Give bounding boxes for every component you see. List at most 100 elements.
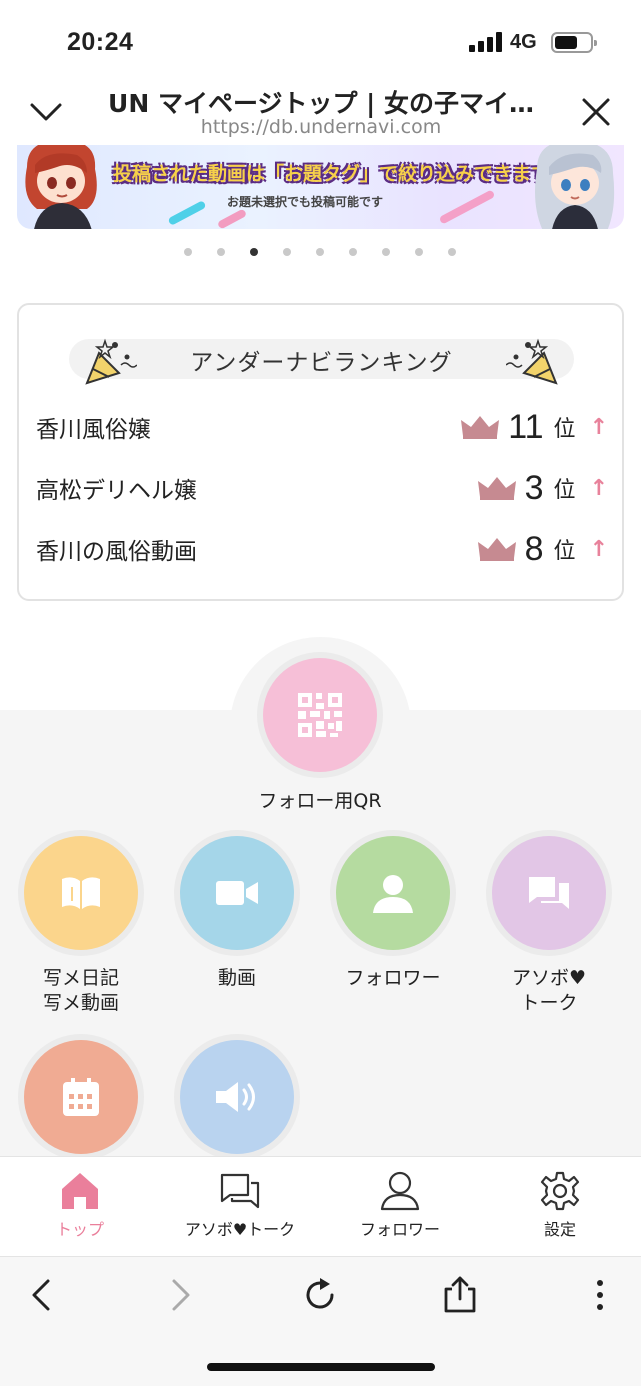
ranking-position: 8 xyxy=(524,529,544,568)
share-icon[interactable] xyxy=(440,1275,480,1315)
schedule-circle xyxy=(24,1040,138,1154)
menu-label-line: 写メ動画 xyxy=(42,992,119,1014)
follow-qr-label: フォロー用QR xyxy=(258,790,382,812)
network-type: 4G xyxy=(510,31,537,53)
party-popper-icon xyxy=(85,338,137,385)
crown-icon xyxy=(461,416,500,439)
tab-label: トップ xyxy=(55,1220,104,1239)
follow-qr-circle xyxy=(263,658,377,772)
crown-icon xyxy=(477,477,516,500)
ranking-row[interactable]: 高松デリヘル嬢 3 位 ↑ xyxy=(19,463,626,513)
browser-header: UN マイページトップ | 女の子マイ… https://db.undernav… xyxy=(0,80,641,145)
announcement-circle xyxy=(180,1040,294,1154)
follow-qr-button[interactable] xyxy=(257,652,383,778)
ranking-title: アンダーナビランキング xyxy=(190,350,453,376)
asobo-talk-button[interactable] xyxy=(486,830,612,956)
anime-girl-illustration xyxy=(25,145,97,229)
photo-diary-button[interactable] xyxy=(18,830,144,956)
banner-subtext: お題未選択でも投稿可能です xyxy=(227,195,384,209)
person-icon xyxy=(380,1171,420,1211)
followers-circle xyxy=(336,836,450,950)
person-icon xyxy=(373,875,413,913)
tab-top[interactable]: トップ xyxy=(0,1157,160,1257)
book-icon xyxy=(62,877,100,909)
menu-label-line: アソボ♥ xyxy=(511,967,587,989)
ranking-keyword: 香川風俗嬢 xyxy=(36,417,151,443)
menu-label-line: フォロワー xyxy=(345,967,441,989)
reload-icon[interactable] xyxy=(300,1275,340,1315)
banner-headline: 投稿された動画は「お題タグ」で絞り込みできます! xyxy=(113,163,559,185)
back-icon[interactable] xyxy=(22,1275,62,1315)
followers-button[interactable] xyxy=(330,830,456,956)
forward-icon[interactable] xyxy=(160,1275,200,1315)
carousel-dot[interactable] xyxy=(184,248,192,256)
promo-banner[interactable]: 投稿された動画は「お題タグ」で絞り込みできます! お題未選択でも投稿可能です xyxy=(17,145,624,229)
asobo-talk-circle xyxy=(492,836,606,950)
photo-diary-circle xyxy=(24,836,138,950)
ranking-unit: 位 xyxy=(553,539,576,564)
party-popper-icon xyxy=(506,338,558,385)
chat-icon xyxy=(529,877,569,909)
bottom-tab-bar: トップ アソボ♥トーク フォロワー 設定 xyxy=(0,1156,641,1256)
video-label: 動画 xyxy=(156,966,318,991)
photo-diary-label: 写メ日記 写メ動画 xyxy=(0,966,162,1016)
more-icon[interactable] xyxy=(580,1275,620,1315)
status-time: 20:24 xyxy=(67,28,134,56)
video-button[interactable] xyxy=(174,830,300,956)
ranking-card: アンダーナビランキング 香川風俗嬢 11 位 ↑ 高松デリヘル嬢 3 位 ↑ 香… xyxy=(17,303,624,601)
carousel-dot[interactable] xyxy=(415,248,423,256)
tab-label: 設定 xyxy=(543,1220,576,1239)
trend-up-icon: ↑ xyxy=(589,414,608,440)
close-icon[interactable] xyxy=(578,94,614,130)
carousel-dot[interactable] xyxy=(250,248,258,256)
gear-icon xyxy=(540,1171,580,1211)
schedule-button[interactable] xyxy=(18,1034,144,1160)
speaker-icon xyxy=(216,1082,255,1112)
trend-up-icon: ↑ xyxy=(589,475,608,501)
carousel-dot[interactable] xyxy=(448,248,456,256)
signal-strength-icon xyxy=(469,32,503,52)
carousel-indicator[interactable] xyxy=(0,244,641,260)
tab-settings[interactable]: 設定 xyxy=(480,1157,640,1257)
ranking-keyword: 香川の風俗動画 xyxy=(36,539,197,565)
followers-label: フォロワー xyxy=(312,966,474,991)
battery-icon xyxy=(551,32,597,53)
tab-asobo-talk[interactable]: アソボ♥トーク xyxy=(160,1157,320,1257)
tab-label: フォロワー xyxy=(359,1220,440,1239)
ranking-keyword: 高松デリヘル嬢 xyxy=(36,478,197,504)
carousel-dot[interactable] xyxy=(349,248,357,256)
video-circle xyxy=(180,836,294,950)
ranking-row[interactable]: 香川風俗嬢 11 位 ↑ xyxy=(19,402,626,452)
trend-up-icon: ↑ xyxy=(589,536,608,562)
menu-label-line: 動画 xyxy=(217,967,256,989)
chat-icon xyxy=(220,1173,260,1209)
home-indicator xyxy=(207,1363,435,1371)
page-url[interactable]: https://db.undernavi.com xyxy=(90,116,552,138)
browser-toolbar xyxy=(0,1256,641,1386)
chevron-down-icon[interactable] xyxy=(28,94,64,130)
ranking-position: 11 xyxy=(508,407,544,446)
carousel-dot[interactable] xyxy=(316,248,324,256)
page-title: UN マイページトップ | 女の子マイ… xyxy=(108,89,534,118)
home-icon xyxy=(62,1173,98,1209)
tab-label: アソボ♥トーク xyxy=(184,1220,296,1239)
announcement-button[interactable] xyxy=(174,1034,300,1160)
ranking-unit: 位 xyxy=(553,478,576,503)
menu-label-line: 写メ日記 xyxy=(42,967,119,989)
asobo-talk-label: アソボ♥ トーク xyxy=(468,966,630,1016)
status-bar: 20:24 4G xyxy=(0,0,641,80)
ranking-header: アンダーナビランキング xyxy=(69,339,574,379)
carousel-dot[interactable] xyxy=(283,248,291,256)
ranking-position: 3 xyxy=(524,468,544,507)
ranking-row[interactable]: 香川の風俗動画 8 位 ↑ xyxy=(19,524,626,574)
menu-label-line: トーク xyxy=(520,992,578,1014)
calendar-icon xyxy=(63,1078,99,1116)
qr-code-icon xyxy=(298,693,342,737)
tab-followers[interactable]: フォロワー xyxy=(320,1157,480,1257)
ranking-unit: 位 xyxy=(553,417,576,442)
carousel-dot[interactable] xyxy=(382,248,390,256)
video-camera-icon xyxy=(216,881,258,905)
crown-icon xyxy=(477,538,516,561)
carousel-dot[interactable] xyxy=(217,248,225,256)
anime-girl-illustration xyxy=(535,145,615,229)
